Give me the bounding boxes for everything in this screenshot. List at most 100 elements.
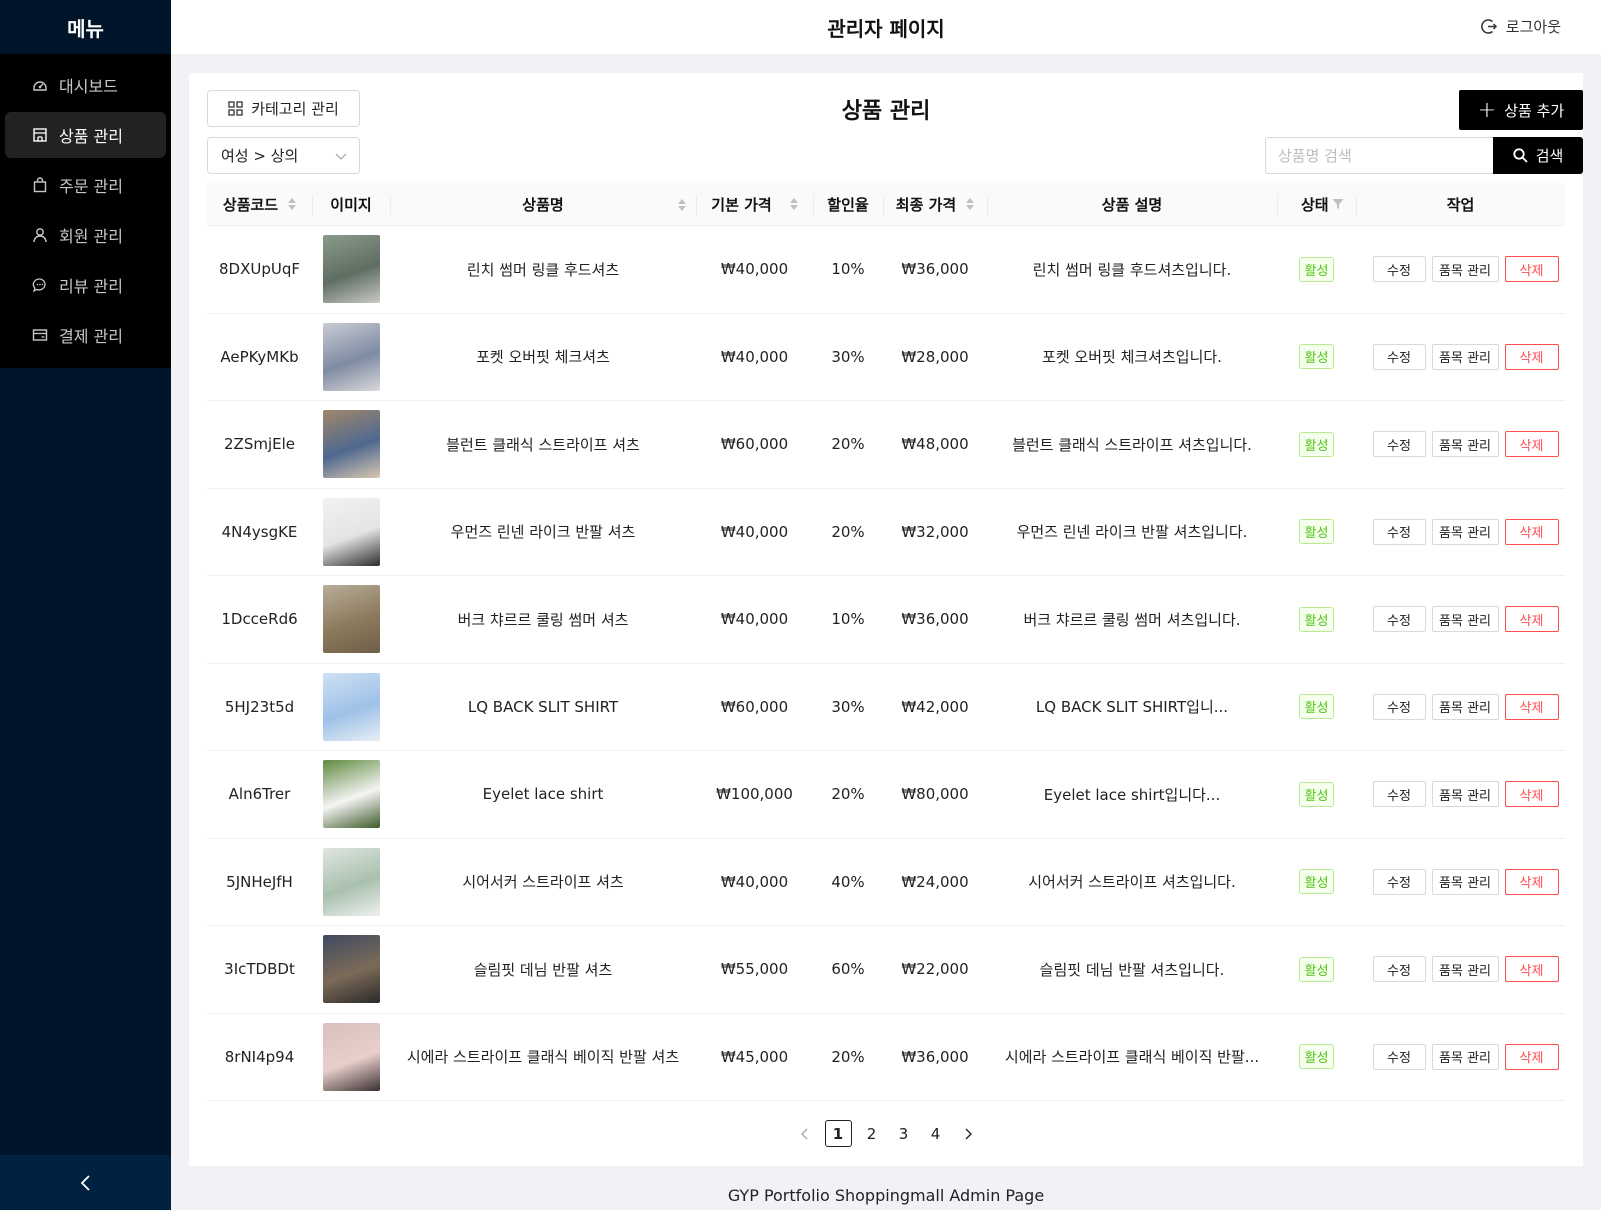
chevron-left-icon (800, 1128, 807, 1139)
sidebar-item-products[interactable]: 상품 관리 (5, 112, 166, 158)
product-code: 5JNHeJfH (226, 872, 293, 891)
status-cell: 활성 (1277, 664, 1356, 751)
product-thumbnail (322, 410, 380, 479)
delete-button[interactable]: 삭제 (1504, 606, 1559, 633)
edit-button[interactable]: 수정 (1372, 956, 1426, 983)
base-price: ₩45,000 (720, 1047, 789, 1066)
status-badge: 활성 (1298, 781, 1335, 807)
delete-button[interactable]: 삭제 (1504, 343, 1559, 370)
edit-button[interactable]: 수정 (1372, 343, 1426, 370)
product-name: 우먼즈 린넨 라이크 반팔 셔츠 (450, 523, 636, 542)
search-icon (1513, 148, 1528, 163)
final-price: ₩42,000 (901, 697, 969, 716)
delete-button[interactable]: 삭제 (1504, 781, 1559, 808)
discount-rate: 60% (831, 960, 865, 979)
final-price: ₩22,000 (901, 960, 969, 979)
header-title: 관리자 페이지 (827, 16, 945, 41)
shop-icon (31, 126, 49, 144)
column-label: 할인율 (827, 195, 869, 214)
search-button-label: 검색 (1535, 147, 1564, 165)
column-label: 이미지 (330, 195, 372, 214)
stock-manage-button[interactable]: 품목 관리 (1431, 343, 1499, 370)
column-header-base-price[interactable]: 기본 가격 (696, 183, 813, 225)
status-cell: 활성 (1277, 839, 1356, 926)
edit-button[interactable]: 수정 (1372, 868, 1426, 895)
product-description: 린치 썸머 링클 후드셔츠입니다. (1032, 260, 1232, 279)
status-badge: 활성 (1298, 606, 1335, 632)
page-button-3[interactable]: 3 (892, 1120, 916, 1147)
table-header: 상품코드 이미지 상품명 기본 가격 할인율 최종 가격 상품 설명 상태 작업 (207, 183, 1565, 226)
edit-button[interactable]: 수정 (1372, 256, 1426, 283)
delete-button[interactable]: 삭제 (1504, 256, 1559, 283)
logout-button[interactable]: 로그아웃 (1480, 16, 1561, 37)
stock-manage-button[interactable]: 품목 관리 (1431, 518, 1499, 545)
column-header-final-price[interactable]: 최종 가격 (883, 183, 987, 225)
stock-manage-button[interactable]: 품목 관리 (1431, 1043, 1499, 1070)
sidebar-item-dashboard[interactable]: 대시보드 (5, 62, 166, 108)
status-badge: 활성 (1298, 431, 1335, 457)
product-thumbnail (322, 235, 380, 304)
base-price: ₩100,000 (716, 785, 793, 804)
column-label: 최종 가격 (895, 195, 957, 214)
sidebar-item-orders[interactable]: 주문 관리 (5, 162, 166, 208)
product-image-cell (312, 1014, 390, 1101)
product-image-cell (312, 401, 390, 488)
actions-cell: 수정 품목 관리 삭제 (1356, 664, 1565, 751)
table-row: AePKyMKb 포켓 오버핏 체크셔츠 ₩40,000 30% ₩28,000 포켓 오… (207, 314, 1565, 401)
page-button-4[interactable]: 4 (924, 1120, 948, 1147)
search-input[interactable] (1265, 137, 1493, 174)
edit-button[interactable]: 수정 (1372, 693, 1426, 720)
add-product-button[interactable]: + 상품 추가 (1459, 90, 1583, 130)
prev-page-button[interactable] (793, 1120, 817, 1147)
product-thumbnail (322, 935, 380, 1004)
stock-manage-button[interactable]: 품목 관리 (1431, 868, 1499, 895)
column-header-name[interactable]: 상품명 (390, 183, 696, 225)
plus-icon: + (1477, 97, 1497, 123)
edit-button[interactable]: 수정 (1372, 1043, 1426, 1070)
delete-button[interactable]: 삭제 (1504, 693, 1559, 720)
sidebar-item-label: 대시보드 (59, 77, 118, 96)
search-button[interactable]: 검색 (1493, 137, 1583, 174)
base-price: ₩40,000 (720, 610, 789, 629)
chevron-right-icon (965, 1128, 972, 1139)
delete-button[interactable]: 삭제 (1504, 868, 1559, 895)
table-row: Aln6Trer Eyelet lace shirt ₩100,000 20% ₩80,… (207, 751, 1565, 839)
next-page-button[interactable] (956, 1120, 980, 1147)
sidebar-item-reviews[interactable]: 리뷰 관리 (5, 262, 166, 308)
sort-icon (966, 198, 975, 210)
page-button-2[interactable]: 2 (860, 1120, 884, 1147)
delete-button[interactable]: 삭제 (1504, 956, 1559, 983)
footer-text: GYP Portfolio Shoppingmall Admin Page (727, 1186, 1045, 1205)
credit-card-icon (31, 326, 49, 344)
base-price: ₩60,000 (720, 435, 789, 454)
column-header-code[interactable]: 상품코드 (207, 183, 312, 225)
final-price: ₩48,000 (901, 435, 969, 454)
product-code: 5HJ23t5d (224, 697, 295, 716)
product-name: 린치 썸머 링클 후드셔츠 (466, 260, 620, 279)
status-cell: 활성 (1277, 926, 1356, 1013)
stock-manage-button[interactable]: 품목 관리 (1431, 606, 1499, 633)
product-code: 8DXUpUqF (219, 260, 300, 279)
edit-button[interactable]: 수정 (1372, 431, 1426, 458)
stock-manage-button[interactable]: 품목 관리 (1431, 256, 1499, 283)
edit-button[interactable]: 수정 (1372, 781, 1426, 808)
delete-button[interactable]: 삭제 (1504, 1043, 1559, 1070)
delete-button[interactable]: 삭제 (1504, 518, 1559, 545)
actions-cell: 수정 품목 관리 삭제 (1356, 489, 1565, 576)
logout-icon (1480, 19, 1497, 34)
edit-button[interactable]: 수정 (1372, 606, 1426, 633)
sidebar: 메뉴 대시보드 상품 관리 주문 관리 회원 관리 리뷰 관리 결제 관리 (0, 0, 171, 1210)
sidebar-item-payments[interactable]: 결제 관리 (5, 312, 166, 358)
delete-button[interactable]: 삭제 (1504, 431, 1559, 458)
stock-manage-button[interactable]: 품목 관리 (1431, 431, 1499, 458)
page-button-1[interactable]: 1 (824, 1120, 852, 1147)
discount-rate: 20% (831, 785, 865, 804)
sidebar-collapse-button[interactable] (0, 1155, 171, 1210)
category-select[interactable]: 여성 > 상의 (207, 137, 360, 174)
stock-manage-button[interactable]: 품목 관리 (1431, 693, 1499, 720)
stock-manage-button[interactable]: 품목 관리 (1431, 956, 1499, 983)
filter-icon[interactable] (1332, 198, 1344, 210)
edit-button[interactable]: 수정 (1372, 518, 1426, 545)
sidebar-item-members[interactable]: 회원 관리 (5, 212, 166, 258)
stock-manage-button[interactable]: 품목 관리 (1431, 781, 1499, 808)
